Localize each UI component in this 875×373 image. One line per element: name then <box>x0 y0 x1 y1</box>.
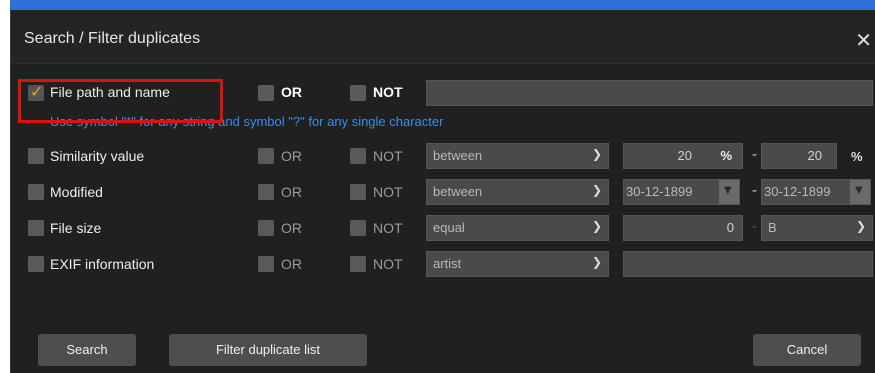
modified-range-separator: - <box>752 183 758 199</box>
file-size-not-label: NOT <box>373 220 403 236</box>
similarity-or-checkbox[interactable] <box>258 148 274 164</box>
dialog-titlebar: Search / Filter duplicates ✕ <box>11 10 875 64</box>
row-file-size: File size OR NOT equal ❯ 0 - B ❯ <box>11 213 875 243</box>
modified-label: Modified <box>50 184 103 200</box>
file-size-checkbox[interactable] <box>28 220 44 236</box>
exif-not-label: NOT <box>373 256 403 272</box>
file-size-or-checkbox[interactable] <box>258 220 274 236</box>
file-size-unit-value: B <box>768 220 777 235</box>
window-left-margin <box>0 10 10 373</box>
exif-label: EXIF information <box>50 256 155 272</box>
filter-duplicate-list-button[interactable]: Filter duplicate list <box>169 334 367 366</box>
modified-checkbox[interactable] <box>28 184 44 200</box>
modified-not-checkbox[interactable] <box>350 184 366 200</box>
similarity-to-value: 20 <box>807 148 822 163</box>
similarity-range-separator: - <box>752 147 758 163</box>
modified-from-date[interactable]: 30-12-1899 ▼ <box>623 179 740 205</box>
highlight-box <box>18 79 223 123</box>
row-modified: Modified OR NOT between ❯ 30-12-1899 ▼ -… <box>11 177 875 207</box>
file-size-value-input[interactable]: 0 <box>623 215 743 241</box>
modified-or-label: OR <box>281 184 302 200</box>
exif-not-checkbox[interactable] <box>350 256 366 272</box>
file-path-not-checkbox[interactable] <box>350 85 366 101</box>
chevron-down-icon: ❯ <box>591 183 602 197</box>
file-path-or-checkbox[interactable] <box>258 85 274 101</box>
modified-operator-value: between <box>433 184 483 199</box>
file-size-not-checkbox[interactable] <box>350 220 366 236</box>
similarity-operator-value: between <box>433 148 483 163</box>
file-size-unit-select[interactable]: B ❯ <box>761 215 873 241</box>
file-size-separator: - <box>752 219 758 235</box>
similarity-checkbox[interactable] <box>28 148 44 164</box>
file-size-label: File size <box>50 220 102 236</box>
similarity-from-input[interactable]: 20 % <box>623 143 743 169</box>
exif-checkbox[interactable] <box>28 256 44 272</box>
similarity-to-unit: % <box>851 149 863 164</box>
window-accent-bar <box>10 0 875 10</box>
chevron-down-icon: ❯ <box>855 219 866 233</box>
cancel-button[interactable]: Cancel <box>753 334 861 366</box>
similarity-to-input[interactable]: 20 <box>761 143 837 169</box>
file-size-or-label: OR <box>281 220 302 236</box>
calendar-dropdown-icon[interactable]: ▼ <box>719 180 739 204</box>
file-path-not-label: NOT <box>373 84 403 100</box>
row-exif: EXIF information OR NOT artist ❯ <box>11 249 875 279</box>
similarity-or-label: OR <box>281 148 302 164</box>
similarity-operator-select[interactable]: between ❯ <box>426 143 609 169</box>
search-filter-dialog: Search / Filter duplicates ✕ File path a… <box>10 10 875 373</box>
search-button[interactable]: Search <box>38 334 136 366</box>
modified-to-date[interactable]: 30-12-1899 ▼ <box>761 179 871 205</box>
calendar-dropdown-icon[interactable]: ▼ <box>850 180 870 204</box>
chevron-down-icon: ❯ <box>591 219 602 233</box>
similarity-not-label: NOT <box>373 148 403 164</box>
dialog-title: Search / Filter duplicates <box>24 30 201 47</box>
exif-or-label: OR <box>281 256 302 272</box>
similarity-from-unit: % <box>720 148 732 163</box>
row-similarity: Similarity value OR NOT between ❯ 20 % -… <box>11 141 875 171</box>
similarity-from-value: 20 <box>677 148 692 163</box>
file-size-operator-value: equal <box>433 220 465 235</box>
similarity-label: Similarity value <box>50 148 145 164</box>
exif-or-checkbox[interactable] <box>258 256 274 272</box>
modified-not-label: NOT <box>373 184 403 200</box>
exif-field-select[interactable]: artist ❯ <box>426 251 609 277</box>
exif-field-value: artist <box>433 256 462 271</box>
chevron-down-icon: ❯ <box>591 255 602 269</box>
file-size-operator-select[interactable]: equal ❯ <box>426 215 609 241</box>
modified-or-checkbox[interactable] <box>258 184 274 200</box>
file-path-input[interactable] <box>426 80 873 106</box>
modified-to-value: 30-12-1899 <box>764 184 831 199</box>
file-path-or-label: OR <box>281 84 302 100</box>
file-size-value: 0 <box>726 220 734 235</box>
similarity-not-checkbox[interactable] <box>350 148 366 164</box>
modified-operator-select[interactable]: between ❯ <box>426 179 609 205</box>
close-icon[interactable]: ✕ <box>855 28 872 52</box>
chevron-down-icon: ❯ <box>591 147 602 161</box>
modified-from-value: 30-12-1899 <box>626 184 693 199</box>
exif-value-input[interactable] <box>623 251 873 277</box>
